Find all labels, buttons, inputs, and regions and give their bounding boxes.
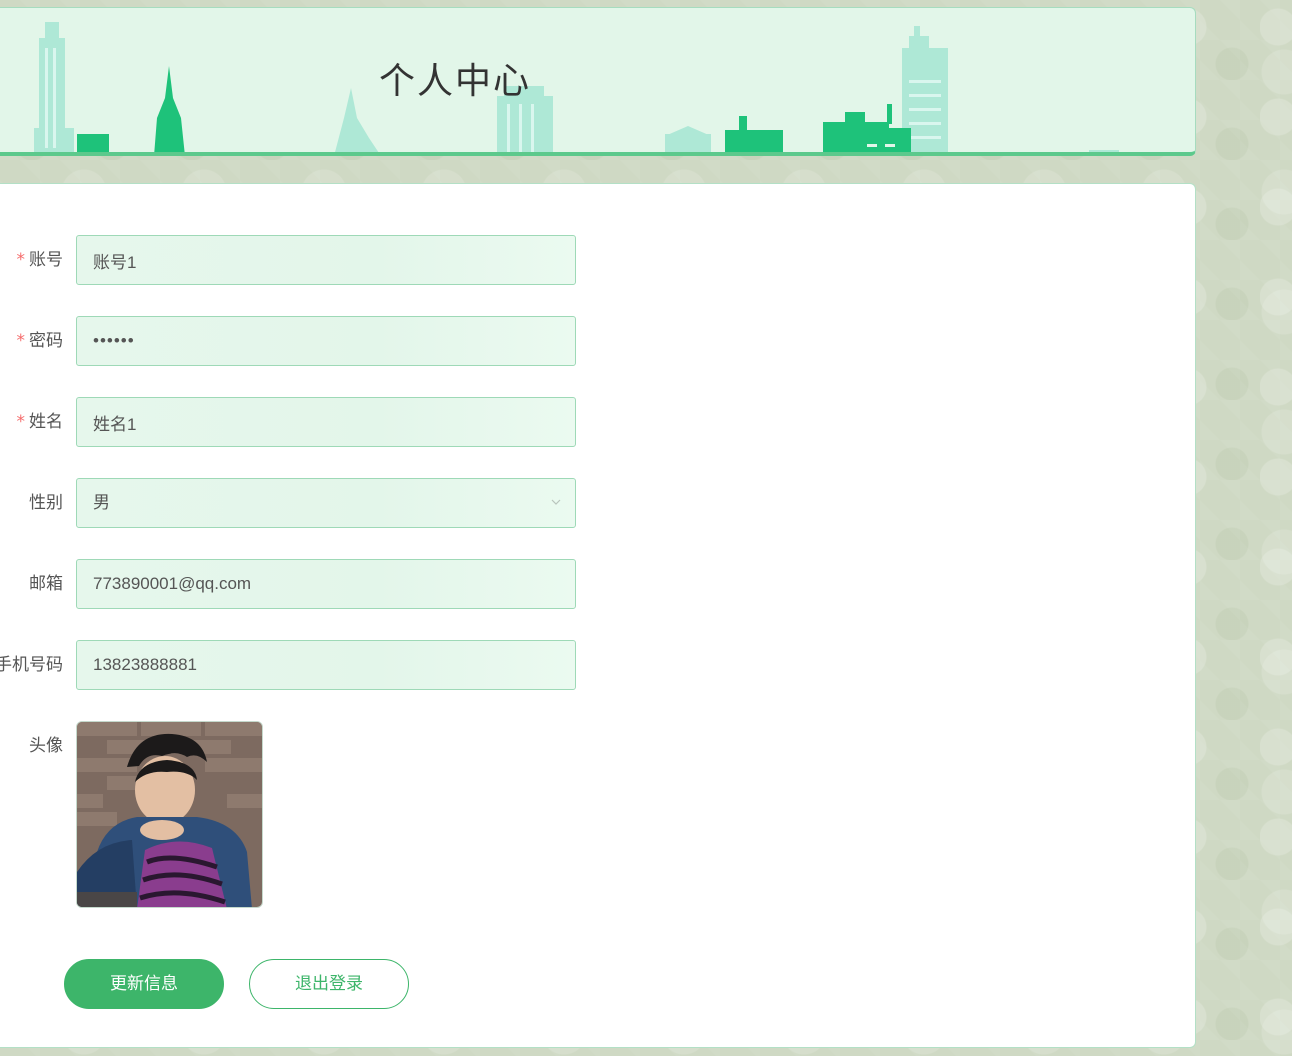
- page-title: 个人中心: [379, 61, 532, 102]
- logout-button[interactable]: 退出登录: [249, 959, 409, 1009]
- chevron-down-icon: [551, 499, 561, 505]
- required-mark: *: [16, 250, 26, 270]
- page-header-banner: 个人中心: [0, 7, 1196, 156]
- avatar-label: 头像: [29, 736, 63, 756]
- required-mark: *: [16, 412, 26, 432]
- gender-select[interactable]: 男: [76, 478, 576, 528]
- email-label: 邮箱: [29, 574, 63, 594]
- phone-label: 手机号码: [0, 655, 63, 675]
- account-input[interactable]: [76, 235, 576, 285]
- update-info-button[interactable]: 更新信息: [64, 959, 224, 1009]
- account-label: * 账号: [16, 250, 64, 270]
- gender-label: 性别: [29, 493, 63, 513]
- avatar-image: [77, 722, 262, 907]
- required-mark: *: [16, 331, 26, 351]
- name-input[interactable]: [76, 397, 576, 447]
- email-input[interactable]: [76, 559, 576, 609]
- password-label: * 密码: [16, 331, 64, 351]
- password-input[interactable]: [76, 316, 576, 366]
- phone-input[interactable]: [76, 640, 576, 690]
- profile-form-card: *账号 *密码 *姓名 性别 男 邮箱 手机号码 头像: [0, 183, 1196, 1048]
- name-label: * 姓名: [16, 412, 64, 432]
- city-skyline-illustration: [34, 22, 1119, 152]
- gender-select-value: 男: [93, 493, 110, 512]
- avatar-upload[interactable]: [76, 721, 263, 908]
